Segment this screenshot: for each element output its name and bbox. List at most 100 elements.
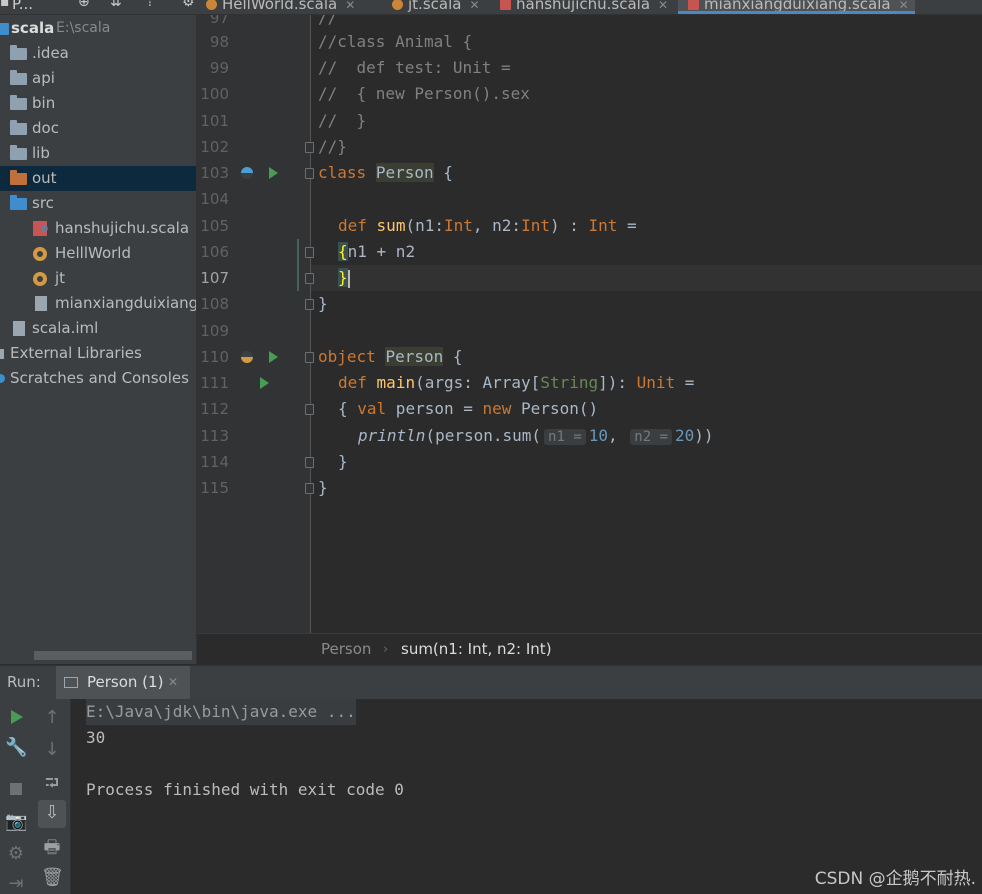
tree-item-scratches[interactable]: Scratches and Consoles [0,366,196,391]
change-marker [297,239,299,291]
trash-icon[interactable]: 🗑 [41,867,64,888]
run-object-icon[interactable] [269,351,278,363]
run-main-icon[interactable] [260,377,269,389]
code-line: class Person { [318,160,453,186]
tree-item-lib[interactable]: lib [0,141,196,166]
breadcrumb-item-sum[interactable]: sum(n1: Int, n2: Int) [401,634,552,665]
breadcrumb-item-person[interactable]: Person [321,634,371,665]
code-editor[interactable]: 97 98 99 100 101 102 103 104 105 106 107… [197,15,982,633]
fold-marker[interactable] [305,142,314,153]
code-line: {n1 + n2 [338,239,415,265]
locate-file-icon[interactable]: ⊕ [78,0,90,10]
fold-marker[interactable] [305,404,314,415]
fold-marker[interactable] [305,299,314,310]
fold-marker[interactable] [305,273,314,284]
type-name: Int [521,216,550,235]
fold-marker[interactable] [305,168,314,179]
tree-item-label: doc [32,119,59,137]
tree-item-label: Scratches and Consoles [10,369,189,387]
breadcrumb-separator: › [383,642,389,657]
tab-hanshujichu[interactable]: hanshujichu.scala ✕ [500,0,668,14]
tab-jt[interactable]: jt.scala ✕ [392,0,480,14]
project-view-dropdown[interactable]: P... [12,0,33,14]
stop-icon[interactable] [10,783,22,795]
fold-marker[interactable] [305,247,314,258]
implemented-icon[interactable] [241,167,253,179]
tree-item-src[interactable]: src [0,191,196,216]
tree-item-helllworld[interactable]: HelllWorld [0,241,196,266]
code-text: , [608,426,628,445]
folder-icon [10,95,27,110]
folder-icon [10,145,27,160]
tree-item-mianxiangduixiang[interactable]: mianxiangduixiang [0,291,196,316]
line-number: 109 [200,322,229,340]
close-tab-icon[interactable]: ✕ [345,0,355,12]
class-name: Person [375,163,434,182]
exit-icon[interactable]: ⇥ [5,873,27,894]
tree-item-doc[interactable]: doc [0,116,196,141]
tree-item-label: bin [32,94,56,112]
close-tab-icon[interactable]: ✕ [168,666,178,699]
tree-item-out[interactable]: out [0,166,196,191]
project-view-icon[interactable]: ▪ [0,0,10,10]
code-text: )) [694,426,714,445]
tree-item-api[interactable]: api [0,66,196,91]
rerun-icon[interactable] [11,710,23,724]
companion-icon[interactable] [241,351,253,363]
expand-icon[interactable]: ⇡ [144,0,156,10]
type-name: Int [443,216,473,235]
close-tab-icon[interactable]: ✕ [899,0,909,12]
collapse-all-icon[interactable]: ⇊ [110,0,122,10]
console-command-line[interactable]: E:\Java\jdk\bin\java.exe ... [86,699,356,725]
camera-icon[interactable]: 📷 [5,811,27,832]
line-number: 105 [200,217,229,235]
debug-settings-icon[interactable]: ⚙ [5,843,27,864]
run-tab-person[interactable]: Person (1) ✕ [56,666,190,699]
soft-wrap-icon[interactable]: ⮒ [41,771,63,801]
line-number: 115 [200,479,229,497]
tree-item-hanshujichu[interactable]: hanshujichu.scala [0,216,196,241]
code-text: (person.sum( [425,426,542,445]
close-tab-icon[interactable]: ✕ [469,0,479,12]
keyword: def [338,373,367,392]
tree-item-label: out [32,169,57,187]
tree-item-jt[interactable]: jt [0,266,196,291]
tree-item-external-libraries[interactable]: External Libraries [0,341,196,366]
keyword: object [318,347,376,366]
matched-brace: } [338,268,348,287]
tree-item-bin[interactable]: bin [0,91,196,116]
scroll-to-end-toggle[interactable]: ⇩ [38,800,66,828]
tree-root-scala[interactable]: scala E:\scala [0,16,196,41]
up-arrow-icon[interactable]: ↑ [41,707,63,728]
code-text: ]): [598,373,637,392]
print-icon[interactable]: 🖶 [41,835,63,865]
code-line: } [338,265,350,291]
code-text: { [433,163,453,182]
fold-marker[interactable] [305,457,314,468]
tab-hellworld[interactable]: HellWorld.scala ✕ [206,0,355,14]
fold-marker[interactable] [305,352,314,363]
tree-item-idea[interactable]: .idea [0,41,196,66]
line-number: 108 [200,295,229,313]
code-text: = [617,216,637,235]
line-number: 103 [200,164,229,182]
code-text: (args: Array[ [415,373,541,392]
code-text: (n1: [405,216,444,235]
fold-marker[interactable] [305,483,314,494]
code-text: person = [386,399,483,418]
editor-tab-bar: ▪ P... ⊕ ⇊ ⇡ ⚙ HellWorld.scala ✕ jt.scala… [0,0,982,15]
line-number: 112 [200,400,229,418]
tree-horizontal-scrollbar[interactable] [34,651,192,660]
code-text: n1 + n2 [347,242,416,261]
type-name: String [540,373,599,392]
tree-item-scala-iml[interactable]: scala.iml [0,316,196,341]
settings-gear-icon[interactable]: ⚙ [182,0,195,10]
down-arrow-icon[interactable]: ↓ [41,739,63,760]
close-tab-icon[interactable]: ✕ [658,0,668,12]
tab-mianxiangduixiang[interactable]: mianxiangduixiang.scala ✕ [678,0,915,14]
run-class-icon[interactable] [269,167,278,179]
wrench-icon[interactable]: 🔧 [5,737,27,758]
folder-icon [10,45,27,60]
line-number: 113 [200,427,229,445]
tree-item-label: HelllWorld [55,244,131,262]
